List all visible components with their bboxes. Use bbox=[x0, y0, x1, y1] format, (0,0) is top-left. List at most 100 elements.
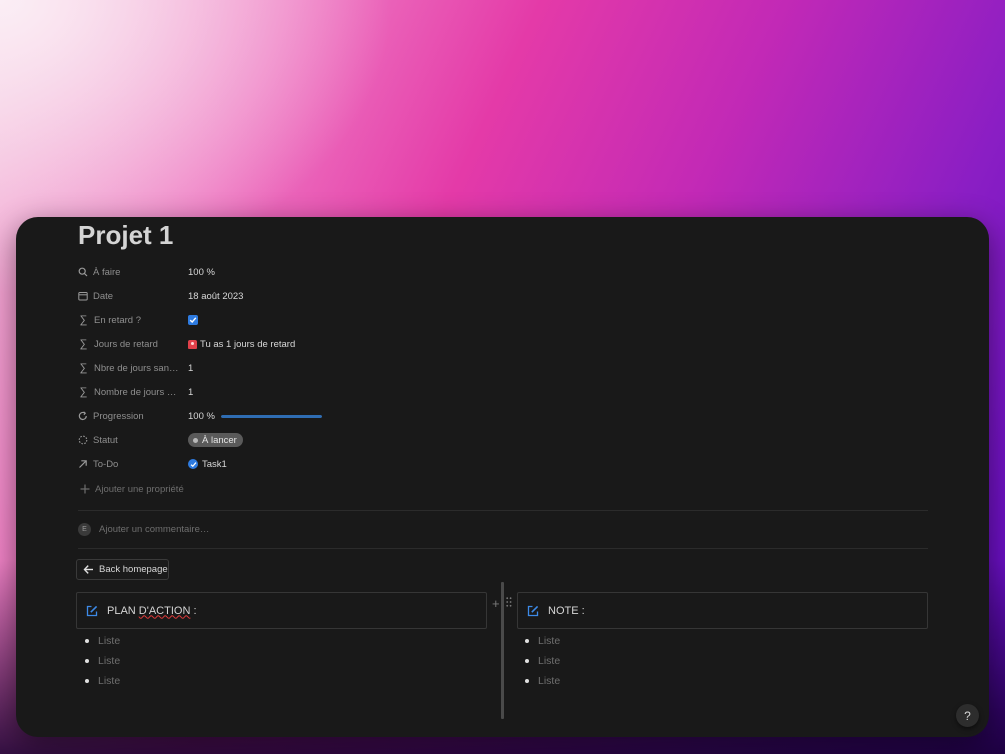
list-item[interactable]: Liste bbox=[78, 671, 120, 691]
divider bbox=[78, 510, 928, 511]
add-block-icon[interactable]: + bbox=[492, 596, 500, 611]
status-label: À lancer bbox=[202, 434, 237, 446]
property-label: En retard ? bbox=[94, 314, 141, 326]
property-value[interactable]: Task1 bbox=[188, 453, 227, 475]
status-badge[interactable]: À lancer bbox=[188, 433, 243, 447]
drag-handle-icon[interactable] bbox=[506, 597, 512, 607]
date-value: 18 août 2023 bbox=[188, 290, 244, 302]
property-row-progression[interactable]: Progression 100 % bbox=[78, 405, 498, 427]
property-name[interactable]: To-Do bbox=[78, 453, 182, 475]
property-row-en-retard[interactable]: ∑ En retard ? bbox=[78, 309, 498, 331]
property-label: Jours de retard bbox=[94, 338, 158, 350]
property-value: 1 bbox=[188, 357, 193, 379]
sigma-icon: ∑ bbox=[79, 362, 88, 374]
alarm-icon bbox=[188, 339, 197, 349]
property-name[interactable]: Statut bbox=[78, 429, 182, 451]
property-label: Progression bbox=[93, 410, 144, 422]
back-homepage-button[interactable]: Back homepage bbox=[76, 559, 169, 580]
sigma-icon: ∑ bbox=[79, 386, 88, 398]
list-item-text: Liste bbox=[98, 675, 121, 687]
back-button-label: Back homepage bbox=[99, 564, 168, 575]
list-item-text: Liste bbox=[98, 635, 121, 647]
property-value: 1 bbox=[188, 381, 193, 403]
property-name[interactable]: ∑ Nbre de jours san… bbox=[78, 357, 182, 379]
value-text: 100 % bbox=[188, 266, 215, 278]
list-item[interactable]: Liste bbox=[78, 651, 120, 671]
edit-icon bbox=[527, 605, 539, 616]
task-check-icon bbox=[188, 459, 198, 469]
list-item[interactable]: Liste bbox=[518, 631, 560, 651]
avatar: E bbox=[78, 522, 91, 536]
heading-misspelled-word: D'ACTION bbox=[138, 604, 191, 617]
progress-icon bbox=[78, 411, 87, 420]
property-row-to-do[interactable]: To-Do Task1 bbox=[78, 453, 498, 475]
list-item-text: Liste bbox=[538, 635, 561, 647]
property-row-date[interactable]: Date 18 août 2023 bbox=[78, 285, 498, 307]
bullet bbox=[525, 679, 529, 683]
add-property-button[interactable]: Ajouter une propriété bbox=[80, 481, 184, 497]
bullet bbox=[525, 639, 529, 643]
calendar-icon bbox=[78, 292, 88, 301]
heading-text: PLAN bbox=[107, 604, 139, 617]
page-title[interactable]: Projet 1 bbox=[78, 220, 173, 251]
bullet bbox=[85, 659, 89, 663]
list-item[interactable]: Liste bbox=[518, 671, 560, 691]
property-value: 100 % bbox=[188, 405, 322, 427]
property-value[interactable]: À lancer bbox=[188, 429, 243, 451]
list-item-text: Liste bbox=[538, 655, 561, 667]
property-name[interactable]: ∑ En retard ? bbox=[78, 309, 182, 331]
property-row-nbre-de-jours[interactable]: ∑ Nbre de jours san… 1 bbox=[78, 357, 498, 379]
property-name[interactable]: Date bbox=[78, 285, 182, 307]
property-row-statut[interactable]: Statut À lancer bbox=[78, 429, 498, 451]
comment-input[interactable]: E Ajouter un commentaire… bbox=[78, 522, 209, 536]
sigma-icon: ∑ bbox=[79, 338, 88, 350]
property-label: Nbre de jours san… bbox=[94, 362, 179, 374]
property-row-nombre-de-jours[interactable]: ∑ Nombre de jours … 1 bbox=[78, 381, 498, 403]
heading-text: : bbox=[190, 604, 197, 617]
help-button[interactable]: ? bbox=[956, 704, 979, 727]
value-text: 100 % bbox=[188, 410, 215, 422]
value-text: 1 bbox=[188, 362, 194, 374]
add-property-label: Ajouter une propriété bbox=[95, 483, 184, 495]
property-row-jours-de-retard[interactable]: ∑ Jours de retard Tu as 1 jours de retar… bbox=[78, 333, 498, 355]
bullet bbox=[85, 679, 89, 683]
list-item[interactable]: Liste bbox=[518, 651, 560, 671]
linked-task[interactable]: Task1 bbox=[202, 459, 227, 470]
notion-page-window: Projet 1 À faire 100 % Date 18 août 2023… bbox=[16, 217, 989, 737]
property-value[interactable]: 100 % bbox=[188, 261, 215, 283]
property-name[interactable]: À faire bbox=[78, 261, 182, 283]
property-label: Date bbox=[93, 290, 114, 302]
relation-arrow-icon bbox=[79, 460, 87, 468]
note-heading[interactable]: NOTE : bbox=[548, 605, 585, 617]
plan-action-callout[interactable]: PLAN D'ACTION : bbox=[76, 592, 487, 629]
bullet bbox=[525, 659, 529, 663]
list-item-text: Liste bbox=[538, 675, 561, 687]
property-value bbox=[188, 309, 198, 331]
property-label: Statut bbox=[93, 434, 118, 446]
sigma-icon: ∑ bbox=[79, 314, 88, 326]
list-item[interactable]: Liste bbox=[78, 631, 120, 651]
checkmark-icon bbox=[189, 317, 197, 324]
edit-icon bbox=[86, 605, 98, 616]
checkbox-checked bbox=[188, 315, 198, 325]
property-name[interactable]: Progression bbox=[78, 405, 182, 427]
plan-action-heading[interactable]: PLAN D'ACTION : bbox=[107, 605, 197, 617]
property-value[interactable]: 18 août 2023 bbox=[188, 285, 243, 307]
column-resize-handle[interactable] bbox=[501, 582, 504, 719]
plan-action-list: Liste Liste Liste bbox=[78, 631, 120, 691]
property-name[interactable]: ∑ Nombre de jours … bbox=[78, 381, 182, 403]
property-label: À faire bbox=[93, 266, 121, 278]
arrow-left-icon bbox=[83, 565, 93, 574]
note-list: Liste Liste Liste bbox=[518, 631, 560, 691]
divider bbox=[78, 548, 928, 549]
property-label: To-Do bbox=[93, 458, 119, 470]
property-row-a-faire[interactable]: À faire 100 % bbox=[78, 261, 498, 283]
search-icon bbox=[78, 267, 88, 277]
list-item-text: Liste bbox=[98, 655, 121, 667]
value-text: 1 bbox=[188, 386, 194, 398]
property-name[interactable]: ∑ Jours de retard bbox=[78, 333, 182, 355]
progress-bar bbox=[220, 414, 322, 418]
note-callout[interactable]: NOTE : bbox=[517, 592, 928, 629]
status-dot bbox=[193, 437, 198, 443]
bullet bbox=[85, 639, 89, 643]
